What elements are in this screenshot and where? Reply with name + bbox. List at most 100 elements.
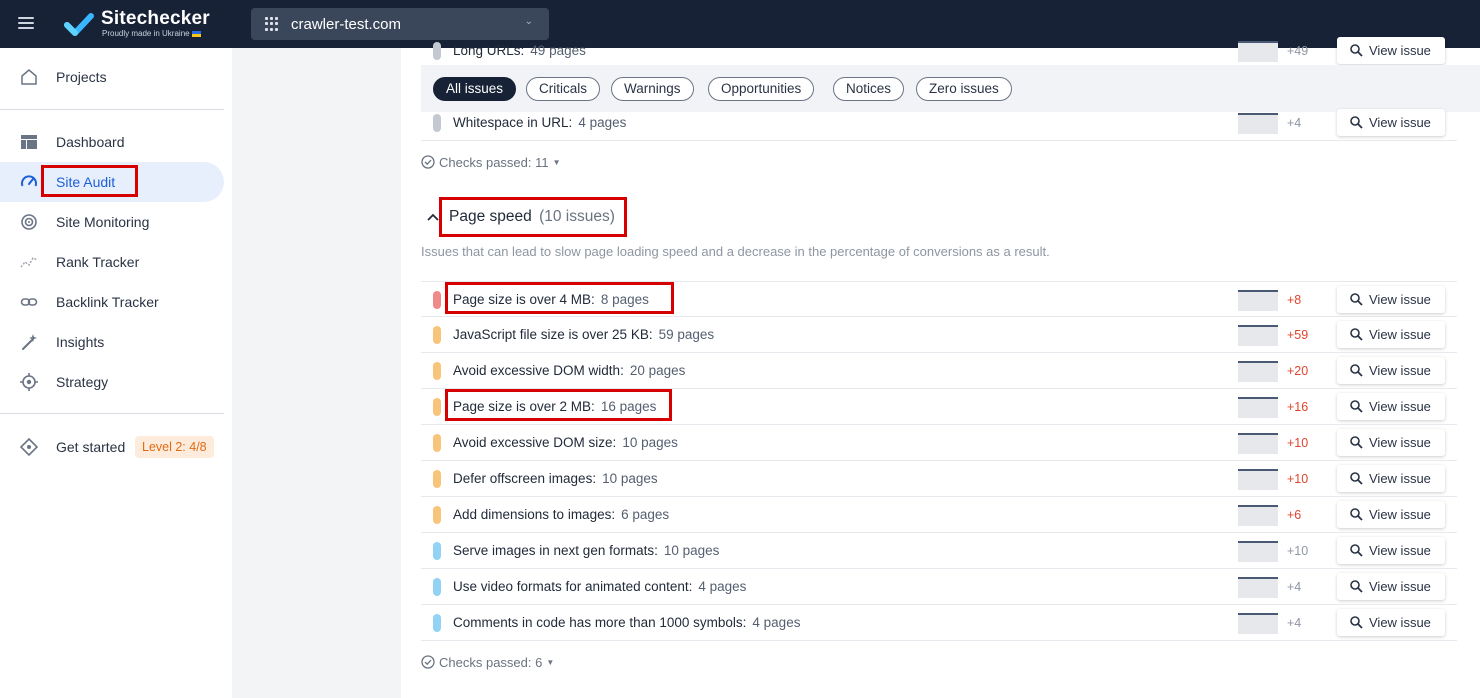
filter-zero-issues[interactable]: Zero issues	[916, 77, 1012, 101]
highlight-site-audit	[41, 165, 138, 197]
severity-indicator	[433, 326, 441, 344]
search-icon	[1350, 400, 1363, 413]
issue-row: Add dimensions to images: 6 pages +6 View…	[421, 497, 1457, 533]
search-icon	[1350, 364, 1363, 377]
issue-delta: +4	[1287, 616, 1302, 630]
issue-delta: +20	[1287, 364, 1309, 378]
view-issue-button[interactable]: View issue	[1337, 537, 1445, 564]
search-icon	[1350, 44, 1363, 57]
view-issue-button[interactable]: View issue	[1337, 321, 1445, 348]
view-issue-button[interactable]: View issue	[1337, 109, 1445, 136]
trend-sparkline	[1238, 290, 1278, 311]
check-circle-icon	[421, 655, 435, 669]
filter-warnings[interactable]: Warnings	[611, 77, 694, 101]
issue-delta: +4	[1287, 116, 1302, 130]
rocket-icon	[20, 438, 38, 456]
trend-sparkline	[1238, 397, 1278, 418]
caret-down-icon: ▼	[552, 158, 561, 167]
view-issue-button[interactable]: View issue	[1337, 37, 1445, 64]
sidebar-item-backlink-tracker[interactable]: Backlink Tracker	[0, 282, 224, 322]
highlight-page-size-2mb	[445, 389, 672, 421]
search-icon	[1350, 616, 1363, 629]
filter-notices[interactable]: Notices	[833, 77, 905, 101]
severity-indicator	[433, 42, 441, 60]
nav-divider	[0, 109, 224, 110]
rank-tracker-icon	[20, 257, 38, 268]
severity-indicator	[433, 614, 441, 632]
search-icon	[1350, 472, 1363, 485]
check-circle-icon	[421, 155, 435, 169]
sidebar-item-get-started[interactable]: Get started Level 2: 4/8	[0, 427, 224, 467]
view-issue-button[interactable]: View issue	[1337, 286, 1445, 313]
highlight-page-speed-title	[439, 197, 627, 237]
trend-sparkline	[1238, 113, 1278, 134]
issue-delta: +16	[1287, 400, 1309, 414]
filter-all-issues[interactable]: All issues	[433, 77, 517, 101]
trend-sparkline	[1238, 541, 1278, 562]
checks-passed-toggle[interactable]: Checks passed: 11 ▼	[421, 155, 561, 170]
chevron-up-icon[interactable]	[426, 210, 440, 224]
highlight-page-size-4mb	[445, 282, 674, 314]
filter-opportunities[interactable]: Opportunities	[708, 77, 815, 101]
issue-row: Defer offscreen images: 10 pages +10 View…	[421, 461, 1457, 497]
logo-icon	[64, 13, 94, 36]
sidebar-item-rank-tracker[interactable]: Rank Tracker	[0, 242, 224, 282]
sidebar-item-insights[interactable]: Insights	[0, 322, 224, 362]
main-content: Long URLs: 49 pages +49 View issue All is…	[401, 37, 1480, 698]
view-issue-button[interactable]: View issue	[1337, 465, 1445, 492]
issue-delta: +10	[1287, 472, 1309, 486]
ukraine-flag-icon	[191, 30, 201, 37]
severity-indicator	[433, 114, 441, 132]
project-name: crawler-test.com	[291, 16, 402, 33]
issue-row: Comments in code has more than 1000 symb…	[421, 605, 1457, 641]
logo-name: Sitechecker	[101, 8, 210, 29]
view-issue-button[interactable]: View issue	[1337, 357, 1445, 384]
severity-indicator	[433, 506, 441, 524]
target-icon	[20, 373, 38, 391]
level-badge: Level 2: 4/8	[135, 436, 214, 458]
issue-row: Whitespace in URL: 4 pages +4 View issue	[421, 105, 1457, 141]
trend-sparkline	[1238, 325, 1278, 346]
search-icon	[1350, 580, 1363, 593]
link-icon	[20, 298, 38, 306]
trend-sparkline	[1238, 613, 1278, 634]
issue-delta: +10	[1287, 544, 1309, 558]
search-icon	[1350, 508, 1363, 521]
severity-indicator	[433, 470, 441, 488]
trend-sparkline	[1238, 469, 1278, 490]
issue-row: Long URLs: 49 pages +49 View issue	[421, 33, 1457, 69]
checks-passed-toggle[interactable]: Checks passed: 6 ▼	[421, 655, 554, 670]
menu-icon[interactable]	[18, 17, 34, 29]
filter-criticals[interactable]: Criticals	[526, 77, 601, 101]
severity-indicator	[433, 578, 441, 596]
magic-wand-icon	[22, 334, 37, 350]
view-issue-button[interactable]: View issue	[1337, 429, 1445, 456]
caret-down-icon: ▼	[546, 658, 555, 667]
trend-sparkline	[1238, 361, 1278, 382]
search-icon	[1350, 544, 1363, 557]
trend-sparkline	[1238, 433, 1278, 454]
issue-delta: +8	[1287, 293, 1302, 307]
trend-sparkline	[1238, 505, 1278, 526]
home-icon	[21, 69, 37, 85]
severity-indicator	[433, 542, 441, 560]
sidebar-item-projects[interactable]: Projects	[0, 57, 224, 97]
issue-delta: +6	[1287, 508, 1302, 522]
sidebar-item-strategy[interactable]: Strategy	[0, 362, 224, 402]
view-issue-button[interactable]: View issue	[1337, 609, 1445, 636]
section-description: Issues that can lead to slow page loadin…	[421, 244, 1050, 259]
chevron-down-icon: ⌄	[524, 16, 533, 27]
severity-indicator	[433, 362, 441, 380]
search-icon	[1350, 328, 1363, 341]
search-icon	[1350, 436, 1363, 449]
search-icon	[1350, 293, 1363, 306]
view-issue-button[interactable]: View issue	[1337, 501, 1445, 528]
view-issue-button[interactable]: View issue	[1337, 573, 1445, 600]
issue-row: Avoid excessive DOM width: 20 pages +20 V…	[421, 353, 1457, 389]
monitoring-icon	[21, 214, 37, 230]
sidebar-item-site-monitoring[interactable]: Site Monitoring	[0, 202, 224, 242]
logo-tagline: Proudly made in Ukraine	[102, 29, 201, 38]
speedometer-icon	[21, 175, 37, 187]
view-issue-button[interactable]: View issue	[1337, 393, 1445, 420]
sidebar-item-dashboard[interactable]: Dashboard	[0, 122, 224, 162]
